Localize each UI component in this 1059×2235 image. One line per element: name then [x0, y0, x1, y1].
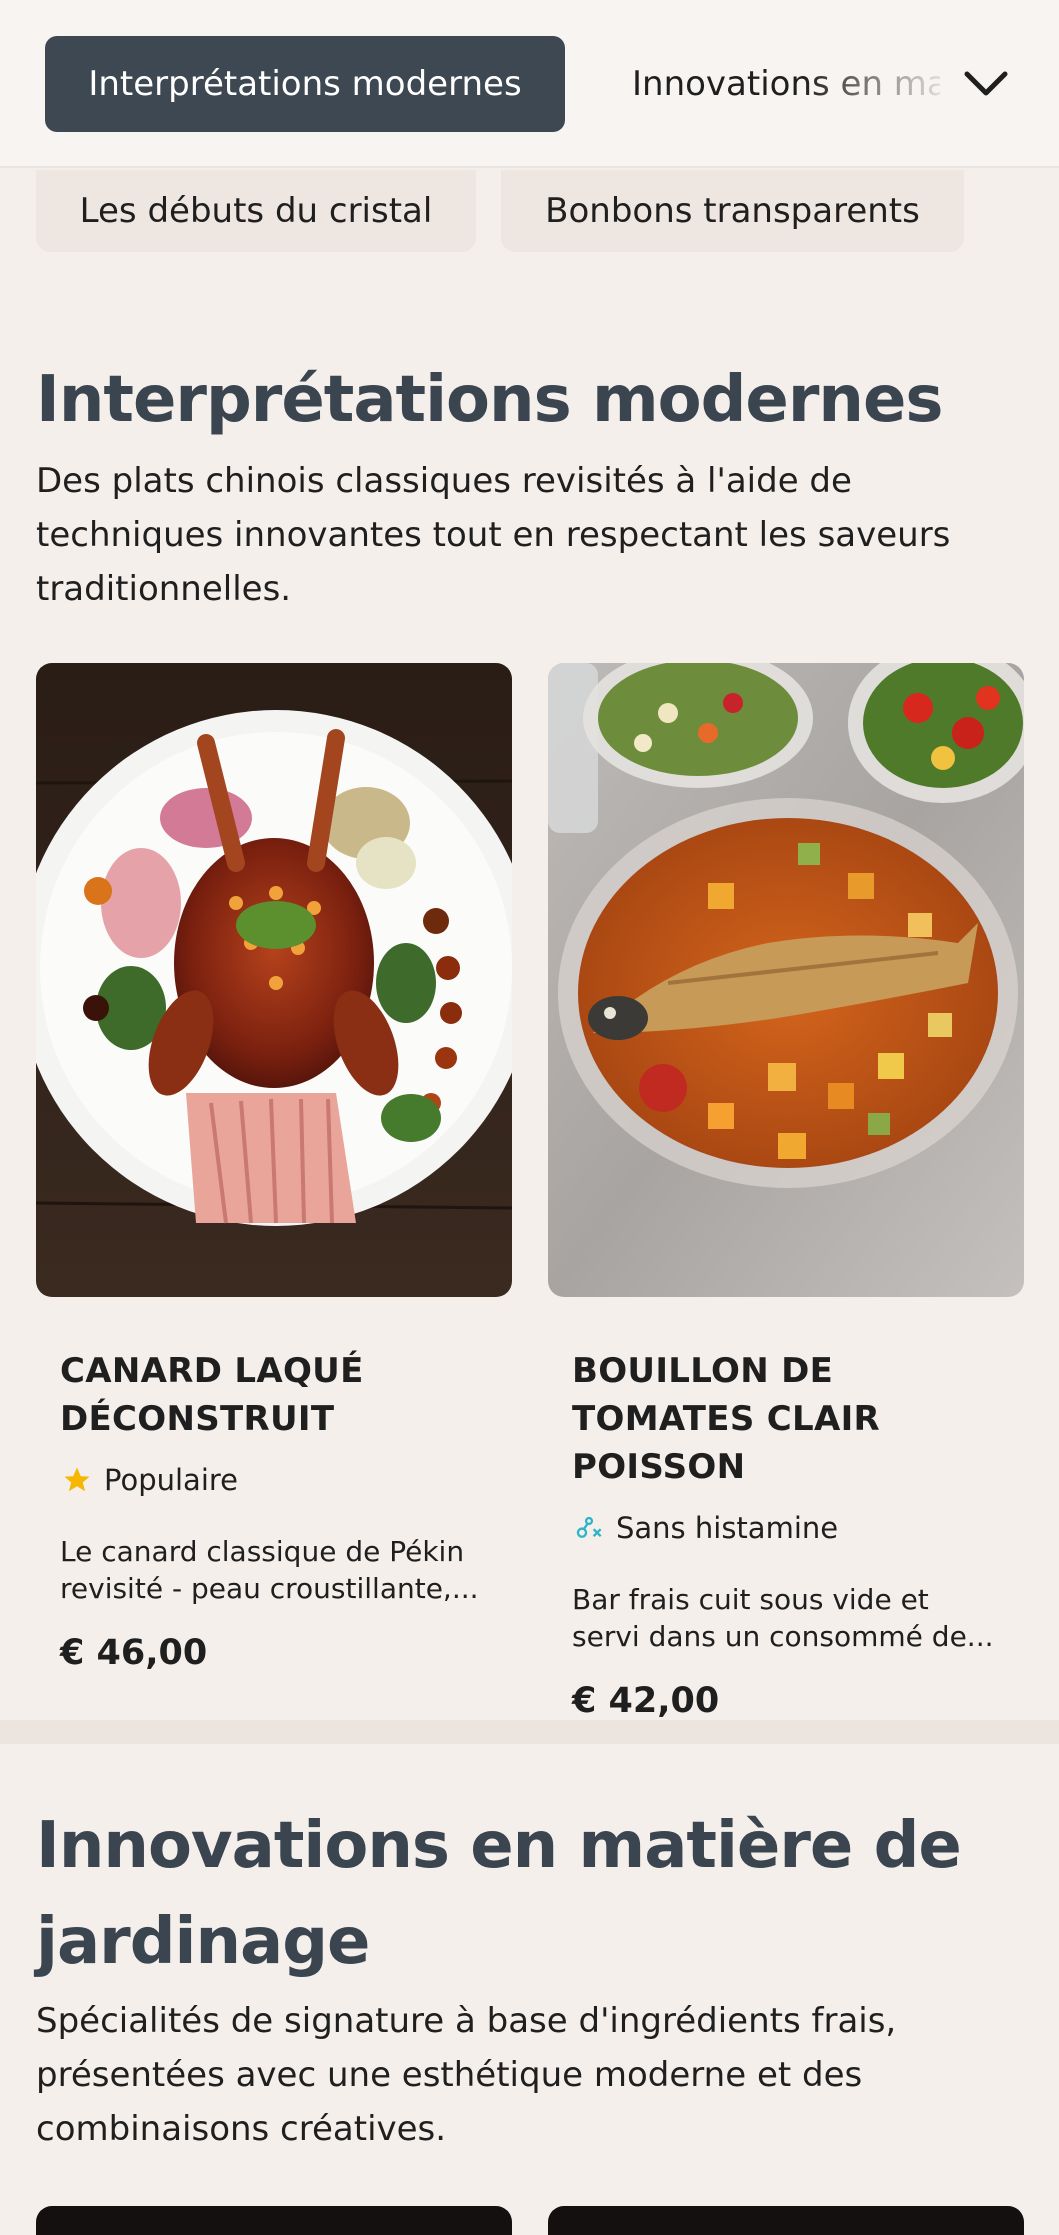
dish-name: Canard laqué déconstruit: [60, 1351, 364, 1439]
dish-description: Le canard classique de Pékin revisité - …: [60, 1535, 479, 1605]
chip-bonbons-transparents[interactable]: Bonbons transparents: [501, 170, 964, 252]
tab-interpretations-modernes[interactable]: Interprétations modernes: [45, 36, 565, 132]
dish-image-next-1[interactable]: [36, 2206, 512, 2235]
subcategory-nav: Les débuts du cristal Bonbons transparen…: [0, 170, 1059, 252]
star-icon: [60, 1463, 94, 1497]
dish-price: € 46,00: [60, 1633, 208, 1673]
dish-image-next-2[interactable]: [548, 2206, 1024, 2235]
dish-price: € 42,00: [572, 1681, 720, 1721]
section-innovations-jardinage: Innovations en matière de jardinage Spéc…: [36, 1798, 1026, 2156]
menu-card-bouillon[interactable]: Bouillon de tomates clair poisson Sans h…: [548, 663, 1024, 1721]
menu-card-canard[interactable]: Canard laqué déconstruit Populaire Le ca…: [36, 663, 512, 1673]
dish-image-bouillon: [548, 663, 1024, 1297]
section-divider: [0, 1720, 1059, 1744]
tab-innovations-jardinage[interactable]: Innovations en matière de jardinage: [600, 36, 940, 132]
badge-label: Populaire: [104, 1463, 238, 1497]
chevron-down-icon[interactable]: [960, 58, 1012, 110]
dish-name: Bouillon de tomates clair poisson: [572, 1351, 881, 1487]
dish-image-canard: [36, 663, 512, 1297]
molecule-icon: [572, 1511, 606, 1545]
dish-description: Bar frais cuit sous vide et servi dans u…: [572, 1583, 994, 1653]
section-interpretations-modernes: Interprétations modernes Des plats chino…: [36, 352, 1026, 616]
section-description: Spécialités de signature à base d'ingréd…: [36, 2001, 897, 2149]
section-description: Des plats chinois classiques revisités à…: [36, 461, 951, 609]
badge-label: Sans histamine: [616, 1511, 839, 1545]
chip-debuts-cristal[interactable]: Les débuts du cristal: [36, 170, 476, 252]
section-title: Innovations en matière de jardinage: [36, 1809, 962, 1979]
dish-badge: Sans histamine: [572, 1511, 1000, 1545]
dish-badge: Populaire: [60, 1463, 488, 1497]
category-nav: Interprétations modernes Innovations en …: [0, 0, 1059, 168]
section-title: Interprétations modernes: [36, 363, 943, 437]
